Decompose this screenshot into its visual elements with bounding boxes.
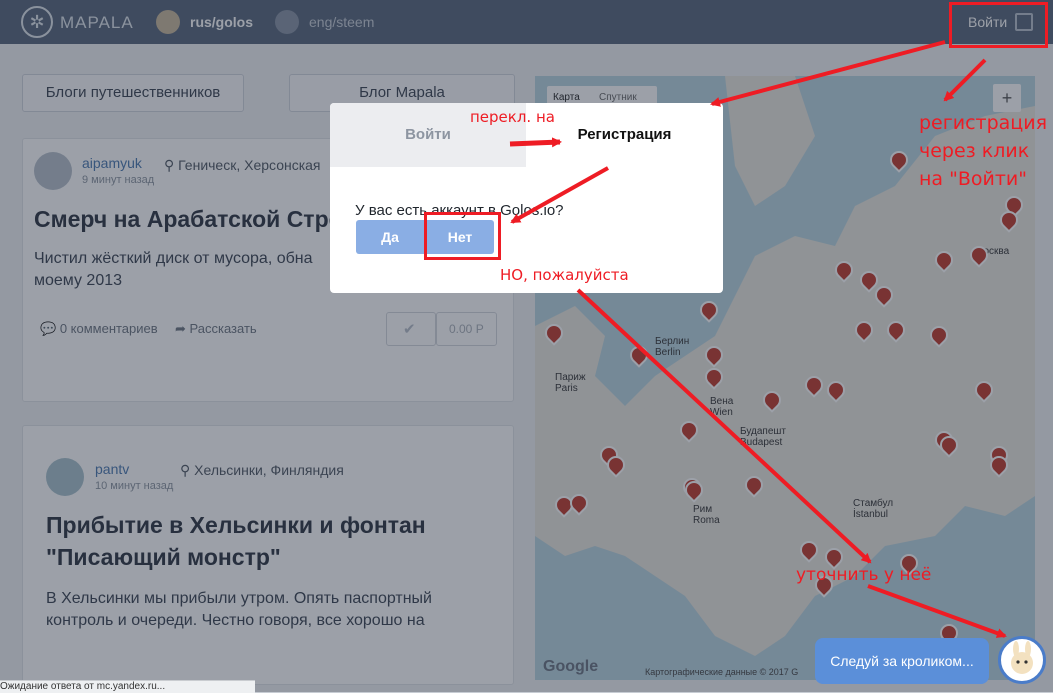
- arrow-switch: [509, 137, 562, 148]
- annotation-reg-line1: регистрация: [919, 112, 1048, 134]
- chat-avatar[interactable]: [998, 636, 1046, 684]
- arrow-to-chat: [867, 584, 1007, 638]
- arrow-from-reg-note: [943, 58, 987, 102]
- arrow-to-no: [510, 166, 609, 224]
- bunny-avatar-icon: [1011, 641, 1033, 674]
- annotation-arrows: [509, 40, 1007, 638]
- chat-bubble[interactable]: Следуй за кроликом...: [815, 638, 989, 684]
- annotation-clarify: уточнить у неё: [796, 565, 932, 585]
- arrow-to-clarify: [576, 288, 872, 564]
- annotation-switch: перекл. на: [470, 108, 555, 126]
- browser-status-bar: Ожидание ответа от mc.yandex.ru...: [0, 680, 255, 693]
- annotation-reg-line3: на "Войти": [919, 168, 1028, 190]
- arrow-to-modal: [710, 40, 946, 107]
- annotation-reg-line2: через клик: [919, 140, 1030, 162]
- annotation-but-please: НО, пожалуйста: [500, 266, 629, 284]
